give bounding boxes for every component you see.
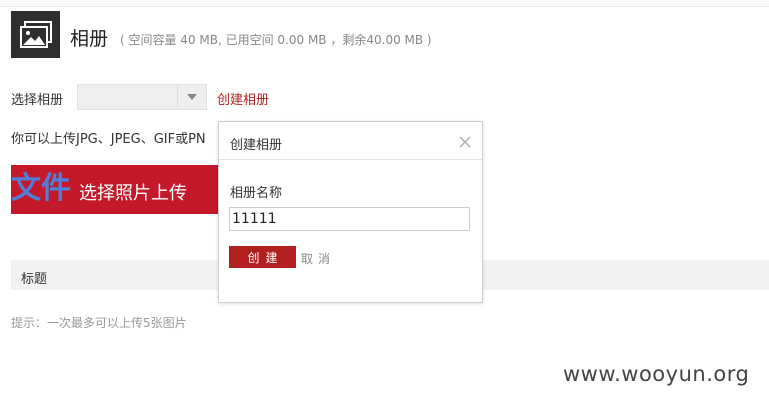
album-select-label: 选择相册 bbox=[11, 93, 64, 108]
upload-format-hint: 你可以上传JPG、JPEG、GIF或PN bbox=[11, 132, 206, 147]
close-icon[interactable] bbox=[458, 134, 472, 148]
watermark: www.wooyun.org bbox=[563, 362, 750, 386]
create-album-link[interactable]: 创建相册 bbox=[217, 89, 269, 108]
column-header-title: 标题 bbox=[21, 272, 48, 287]
storage-quota: ( 空间容量 40 MB, 已用空间 0.00 MB ，剩余40.00 MB ) bbox=[120, 33, 432, 47]
create-button[interactable]: 创建 bbox=[229, 246, 296, 268]
album-name-input[interactable] bbox=[229, 207, 470, 231]
dialog-title: 创建相册 bbox=[230, 138, 283, 153]
upload-button-label: 选择照片上传 bbox=[79, 183, 187, 204]
album-name-label: 相册名称 bbox=[230, 186, 283, 201]
dialog-header: 创建相册 bbox=[219, 122, 482, 160]
select-photos-upload-button[interactable]: 文件 选择照片上传 bbox=[11, 165, 223, 214]
cancel-button[interactable]: 取消 bbox=[301, 250, 335, 267]
upload-tip: 提示：一次最多可以上传5张图片 bbox=[11, 316, 187, 330]
album-select[interactable] bbox=[77, 84, 207, 110]
create-album-dialog: 创建相册 相册名称 创建 取消 bbox=[218, 121, 483, 303]
image-icon bbox=[11, 11, 60, 58]
top-bar bbox=[0, 0, 769, 7]
upload-overlay-text: 文件 bbox=[11, 171, 71, 206]
page-title: 相册 bbox=[70, 28, 109, 50]
chevron-down-icon[interactable] bbox=[177, 85, 206, 109]
